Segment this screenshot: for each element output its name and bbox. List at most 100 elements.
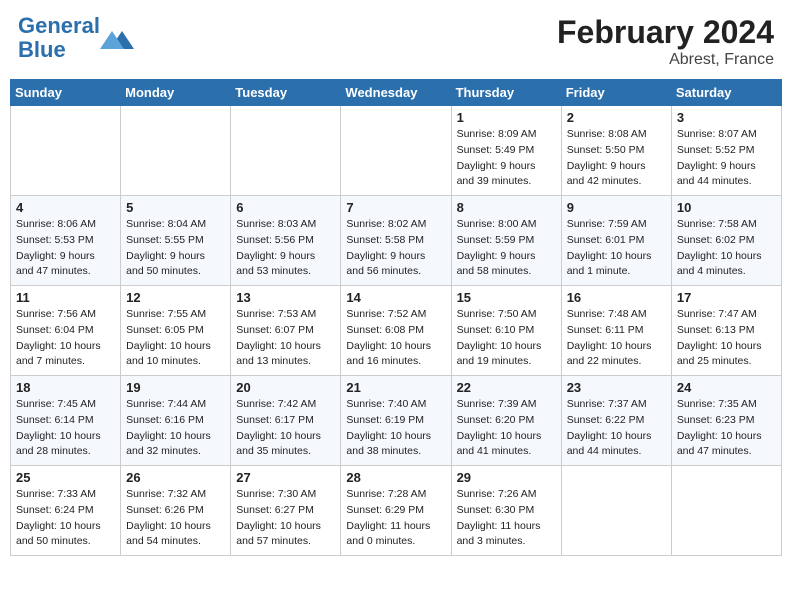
day-info: Sunrise: 7:52 AM Sunset: 6:08 PM Dayligh… [346, 307, 445, 370]
calendar-cell: 22 Sunrise: 7:39 AM Sunset: 6:20 PM Dayli… [451, 376, 561, 466]
calendar-cell: 15Sunrise: 7:50 AM Sunset: 6:10 PM Dayli… [451, 286, 561, 376]
day-info: Sunrise: 7:40 AM Sunset: 6:19 PM Dayligh… [346, 397, 445, 460]
calendar-cell [341, 106, 451, 196]
day-number: 29 [457, 470, 556, 485]
calendar-cell: 27 Sunrise: 7:30 AM Sunset: 6:27 PM Dayli… [231, 466, 341, 556]
day-number: 11 [16, 290, 115, 305]
day-info: Sunrise: 8:09 AM Sunset: 5:49 PM Dayligh… [457, 127, 556, 190]
day-info: Sunrise: 7:50 AM Sunset: 6:10 PM Dayligh… [457, 307, 556, 370]
calendar-cell [671, 466, 781, 556]
day-number: 16 [567, 290, 666, 305]
day-number: 13 [236, 290, 335, 305]
day-info: Sunrise: 8:00 AM Sunset: 5:59 PM Dayligh… [457, 217, 556, 280]
day-number: 2 [567, 110, 666, 125]
day-number: 28 [346, 470, 445, 485]
day-number: 8 [457, 200, 556, 215]
day-number: 5 [126, 200, 225, 215]
day-info: Sunrise: 7:28 AM Sunset: 6:29 PM Dayligh… [346, 487, 445, 550]
day-info: Sunrise: 8:04 AM Sunset: 5:55 PM Dayligh… [126, 217, 225, 280]
calendar-cell [561, 466, 671, 556]
day-number: 9 [567, 200, 666, 215]
day-info: Sunrise: 7:35 AM Sunset: 6:23 PM Dayligh… [677, 397, 776, 460]
day-info: Sunrise: 7:45 AM Sunset: 6:14 PM Dayligh… [16, 397, 115, 460]
calendar-cell [121, 106, 231, 196]
calendar-header-row: SundayMondayTuesdayWednesdayThursdayFrid… [11, 80, 782, 106]
day-info: Sunrise: 7:58 AM Sunset: 6:02 PM Dayligh… [677, 217, 776, 280]
calendar-cell: 8 Sunrise: 8:00 AM Sunset: 5:59 PM Daylig… [451, 196, 561, 286]
calendar-cell: 19 Sunrise: 7:44 AM Sunset: 6:16 PM Dayli… [121, 376, 231, 466]
calendar-cell: 6Sunrise: 8:03 AM Sunset: 5:56 PM Daylig… [231, 196, 341, 286]
day-info: Sunrise: 8:06 AM Sunset: 5:53 PM Dayligh… [16, 217, 115, 280]
calendar-week-2: 4 Sunrise: 8:06 AM Sunset: 5:53 PM Daylig… [11, 196, 782, 286]
calendar-week-1: 1 Sunrise: 8:09 AM Sunset: 5:49 PM Daylig… [11, 106, 782, 196]
calendar-cell: 12Sunrise: 7:55 AM Sunset: 6:05 PM Dayli… [121, 286, 231, 376]
calendar-week-5: 25Sunrise: 7:33 AM Sunset: 6:24 PM Dayli… [11, 466, 782, 556]
calendar-cell: 4 Sunrise: 8:06 AM Sunset: 5:53 PM Daylig… [11, 196, 121, 286]
calendar-cell: 28 Sunrise: 7:28 AM Sunset: 6:29 PM Dayli… [341, 466, 451, 556]
day-info: Sunrise: 7:56 AM Sunset: 6:04 PM Dayligh… [16, 307, 115, 370]
day-info: Sunrise: 7:42 AM Sunset: 6:17 PM Dayligh… [236, 397, 335, 460]
day-info: Sunrise: 7:30 AM Sunset: 6:27 PM Dayligh… [236, 487, 335, 550]
day-number: 1 [457, 110, 556, 125]
weekday-header-friday: Friday [561, 80, 671, 106]
calendar-cell: 24 Sunrise: 7:35 AM Sunset: 6:23 PM Dayli… [671, 376, 781, 466]
day-number: 3 [677, 110, 776, 125]
day-number: 4 [16, 200, 115, 215]
weekday-header-saturday: Saturday [671, 80, 781, 106]
calendar-cell: 14 Sunrise: 7:52 AM Sunset: 6:08 PM Dayli… [341, 286, 451, 376]
weekday-header-thursday: Thursday [451, 80, 561, 106]
calendar-cell: 1 Sunrise: 8:09 AM Sunset: 5:49 PM Daylig… [451, 106, 561, 196]
weekday-header-monday: Monday [121, 80, 231, 106]
calendar-cell: 17 Sunrise: 7:47 AM Sunset: 6:13 PM Dayli… [671, 286, 781, 376]
day-number: 7 [346, 200, 445, 215]
day-number: 27 [236, 470, 335, 485]
location-subtitle: Abrest, France [557, 51, 774, 69]
day-number: 26 [126, 470, 225, 485]
calendar-cell: 13 Sunrise: 7:53 AM Sunset: 6:07 PM Dayli… [231, 286, 341, 376]
day-info: Sunrise: 7:26 AM Sunset: 6:30 PM Dayligh… [457, 487, 556, 550]
day-info: Sunrise: 7:39 AM Sunset: 6:20 PM Dayligh… [457, 397, 556, 460]
month-year-title: February 2024 [557, 14, 774, 51]
day-info: Sunrise: 8:07 AM Sunset: 5:52 PM Dayligh… [677, 127, 776, 190]
day-number: 21 [346, 380, 445, 395]
calendar-cell: 7Sunrise: 8:02 AM Sunset: 5:58 PM Daylig… [341, 196, 451, 286]
day-info: Sunrise: 7:37 AM Sunset: 6:22 PM Dayligh… [567, 397, 666, 460]
calendar-week-3: 11 Sunrise: 7:56 AM Sunset: 6:04 PM Dayli… [11, 286, 782, 376]
day-info: Sunrise: 7:53 AM Sunset: 6:07 PM Dayligh… [236, 307, 335, 370]
calendar-week-4: 18 Sunrise: 7:45 AM Sunset: 6:14 PM Dayli… [11, 376, 782, 466]
day-info: Sunrise: 7:47 AM Sunset: 6:13 PM Dayligh… [677, 307, 776, 370]
calendar-cell: 21 Sunrise: 7:40 AM Sunset: 6:19 PM Dayli… [341, 376, 451, 466]
calendar-cell: 18 Sunrise: 7:45 AM Sunset: 6:14 PM Dayli… [11, 376, 121, 466]
day-number: 14 [346, 290, 445, 305]
calendar-cell: 23Sunrise: 7:37 AM Sunset: 6:22 PM Dayli… [561, 376, 671, 466]
calendar-cell: 26 Sunrise: 7:32 AM Sunset: 6:26 PM Dayli… [121, 466, 231, 556]
day-number: 18 [16, 380, 115, 395]
day-number: 19 [126, 380, 225, 395]
calendar-cell [11, 106, 121, 196]
day-number: 6 [236, 200, 335, 215]
logo: General Blue [18, 14, 134, 62]
logo-icon [100, 21, 134, 55]
calendar-table: SundayMondayTuesdayWednesdayThursdayFrid… [10, 79, 782, 556]
weekday-header-tuesday: Tuesday [231, 80, 341, 106]
weekday-header-wednesday: Wednesday [341, 80, 451, 106]
day-info: Sunrise: 7:48 AM Sunset: 6:11 PM Dayligh… [567, 307, 666, 370]
calendar-cell: 11 Sunrise: 7:56 AM Sunset: 6:04 PM Dayli… [11, 286, 121, 376]
day-info: Sunrise: 7:44 AM Sunset: 6:16 PM Dayligh… [126, 397, 225, 460]
logo-line2: Blue [18, 37, 66, 62]
day-number: 22 [457, 380, 556, 395]
day-number: 24 [677, 380, 776, 395]
day-info: Sunrise: 8:08 AM Sunset: 5:50 PM Dayligh… [567, 127, 666, 190]
calendar-cell: 25Sunrise: 7:33 AM Sunset: 6:24 PM Dayli… [11, 466, 121, 556]
day-info: Sunrise: 7:32 AM Sunset: 6:26 PM Dayligh… [126, 487, 225, 550]
logo-line1: General [18, 13, 100, 38]
title-block: February 2024 Abrest, France [557, 14, 774, 69]
calendar-cell: 16 Sunrise: 7:48 AM Sunset: 6:11 PM Dayli… [561, 286, 671, 376]
weekday-header-sunday: Sunday [11, 80, 121, 106]
day-number: 10 [677, 200, 776, 215]
calendar-cell: 5 Sunrise: 8:04 AM Sunset: 5:55 PM Daylig… [121, 196, 231, 286]
day-number: 17 [677, 290, 776, 305]
day-info: Sunrise: 7:59 AM Sunset: 6:01 PM Dayligh… [567, 217, 666, 280]
calendar-cell: 9 Sunrise: 7:59 AM Sunset: 6:01 PM Daylig… [561, 196, 671, 286]
day-info: Sunrise: 7:55 AM Sunset: 6:05 PM Dayligh… [126, 307, 225, 370]
